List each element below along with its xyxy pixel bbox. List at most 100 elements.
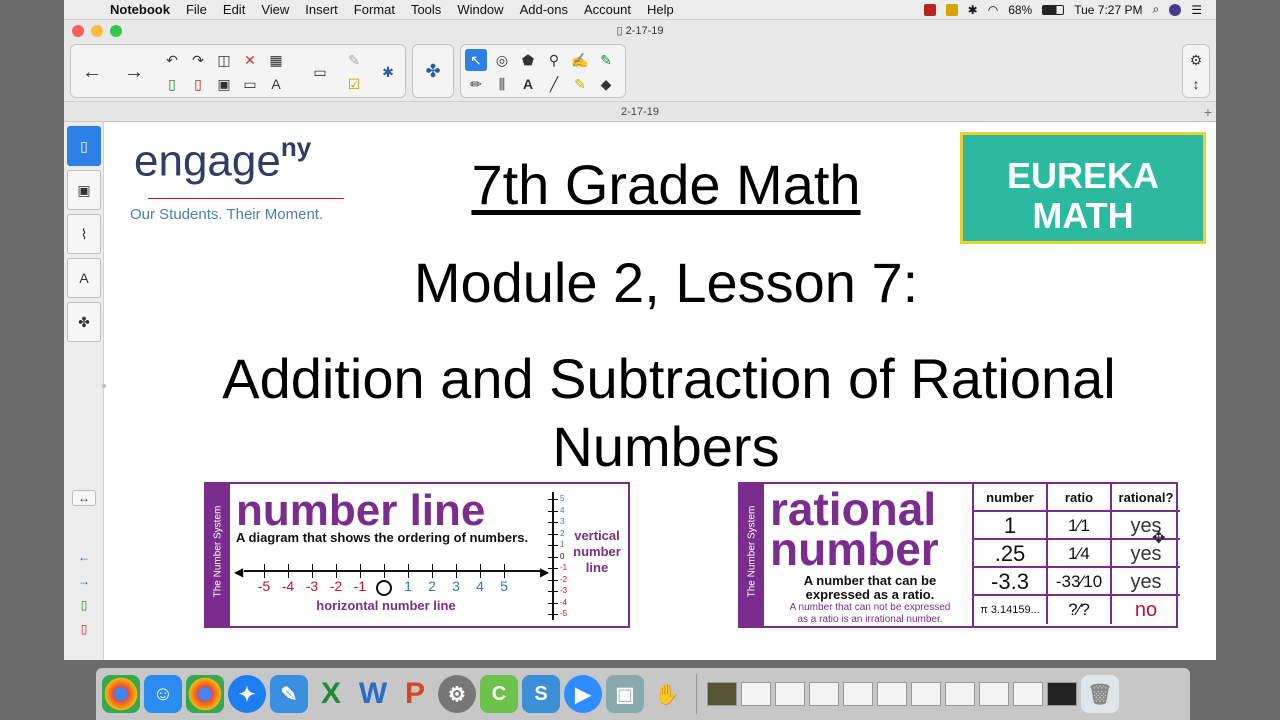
window-thumbnail-9[interactable] xyxy=(979,682,1009,706)
resize-dot[interactable] xyxy=(102,384,106,388)
screencastify-icon[interactable]: S xyxy=(522,675,560,713)
sidebar-add-page-icon[interactable]: ▯ xyxy=(72,598,96,614)
horizontal-tick-label: -5 xyxy=(257,578,271,594)
excel-icon[interactable]: X xyxy=(312,675,350,713)
system-preferences-icon[interactable]: ⚙ xyxy=(438,675,476,713)
screen-shade-icon[interactable]: ▭ xyxy=(239,73,261,95)
gallery-tab[interactable]: ▣ xyxy=(67,170,101,210)
text-recognition-icon[interactable]: A xyxy=(265,73,287,95)
page-tab[interactable]: 2-17-19 xyxy=(621,106,659,118)
menu-clock[interactable]: Tue 7:27 PM xyxy=(1074,3,1142,17)
window-thumbnail-11[interactable] xyxy=(1047,682,1077,706)
bluetooth-icon[interactable]: ✱ xyxy=(968,3,978,17)
save-icon[interactable]: ▣ xyxy=(213,73,235,95)
pens-icon[interactable]: ⫼ xyxy=(491,73,513,95)
move-toolbar-icon[interactable]: ↕ xyxy=(1185,73,1207,95)
add-page-icon[interactable]: ▯ xyxy=(161,73,183,95)
notification-center-icon[interactable]: ☰ xyxy=(1191,3,1202,17)
powerpoint-icon[interactable]: P xyxy=(396,675,434,713)
menu-window[interactable]: Window xyxy=(449,2,511,17)
table-icon[interactable]: ▦ xyxy=(265,49,287,71)
sidebar-back-icon[interactable]: ← xyxy=(72,550,96,566)
sidebar-collapse-icon[interactable]: ↔ xyxy=(72,490,96,506)
spotlight-icon[interactable]: ⌕ xyxy=(1153,2,1160,17)
window-thumbnail-5[interactable] xyxy=(843,682,873,706)
window-thumbnail-4[interactable] xyxy=(809,682,839,706)
menu-edit[interactable]: Edit xyxy=(215,2,253,17)
add-tab-icon[interactable]: + xyxy=(1204,102,1212,122)
widget-icon[interactable]: ✱ xyxy=(377,61,399,83)
table-cell: no xyxy=(1110,596,1180,624)
eraser-icon[interactable]: ◆ xyxy=(595,73,617,95)
redo-icon[interactable]: ↷ xyxy=(187,49,209,71)
safari-icon[interactable]: ✦ xyxy=(228,675,266,713)
zoom-icon[interactable]: ▶ xyxy=(564,675,602,713)
window-thumbnail-10[interactable] xyxy=(1013,682,1043,706)
whiteboard-canvas[interactable]: engageny Our Students. Their Moment. 7th… xyxy=(102,122,1216,660)
record-icon[interactable] xyxy=(923,3,936,16)
brush-icon[interactable]: ✍ xyxy=(569,49,591,71)
pen-disabled-icon[interactable]: ✎ xyxy=(343,49,365,71)
line-tool-icon[interactable]: ╱ xyxy=(543,73,565,95)
clear-page-icon[interactable]: ◫ xyxy=(213,49,235,71)
menu-addons[interactable]: Add-ons xyxy=(512,2,576,17)
pen-icon[interactable]: ✏ xyxy=(465,73,487,95)
close-window-button[interactable] xyxy=(72,25,84,37)
display-icon[interactable]: ▭ xyxy=(309,61,331,83)
properties-tab[interactable]: A xyxy=(67,258,101,298)
gear-icon[interactable]: ⚙ xyxy=(1185,49,1207,71)
creative-pen-icon[interactable]: ✎ xyxy=(569,73,591,95)
chrome-icon[interactable] xyxy=(102,675,140,713)
menu-file[interactable]: File xyxy=(178,2,215,17)
undo-icon[interactable]: ↶ xyxy=(161,49,183,71)
back-arrow-icon[interactable]: ← xyxy=(81,61,103,83)
capture-icon[interactable]: ☑ xyxy=(343,73,365,95)
vertical-tick xyxy=(548,556,558,558)
horizontal-tick xyxy=(264,564,265,578)
minimize-window-button[interactable] xyxy=(91,25,103,37)
shape-tool-icon[interactable]: ◎ xyxy=(491,49,513,71)
highlighter-icon[interactable]: ✎ xyxy=(595,49,617,71)
menu-tools[interactable]: Tools xyxy=(403,2,449,17)
delete-page-icon[interactable]: ▯ xyxy=(187,73,209,95)
menu-help[interactable]: Help xyxy=(639,2,682,17)
chrome-alt-icon[interactable] xyxy=(186,675,224,713)
text-tool-icon[interactable]: A xyxy=(517,73,539,95)
delete-icon[interactable]: ✕ xyxy=(239,49,261,71)
window-thumbnail-1[interactable] xyxy=(707,682,737,706)
sidebar-forward-icon[interactable]: → xyxy=(72,574,96,590)
window-thumbnail-7[interactable] xyxy=(911,682,941,706)
classroom-icon[interactable]: C xyxy=(480,675,518,713)
menu-account[interactable]: Account xyxy=(576,2,639,17)
finder-icon[interactable]: ☺ xyxy=(144,675,182,713)
smart-board-icon[interactable]: ✋ xyxy=(648,675,686,713)
number-line-side-label: The Number System xyxy=(212,505,224,598)
menu-insert[interactable]: Insert xyxy=(297,2,346,17)
window-thumbnail-8[interactable] xyxy=(945,682,975,706)
wifi-icon[interactable]: ◠ xyxy=(988,3,998,17)
window-thumbnail-3[interactable] xyxy=(775,682,805,706)
forward-arrow-icon[interactable]: → xyxy=(123,61,145,83)
sidebar-delete-page-icon[interactable]: ▯ xyxy=(72,622,96,638)
word-icon[interactable]: W xyxy=(354,675,392,713)
window-thumbnail-2[interactable] xyxy=(741,682,771,706)
window-thumbnail-6[interactable] xyxy=(877,682,907,706)
menu-view[interactable]: View xyxy=(253,2,297,17)
menu-format[interactable]: Format xyxy=(346,2,403,17)
zoom-window-button[interactable] xyxy=(110,25,122,37)
menu-app-name[interactable]: Notebook xyxy=(102,2,178,17)
user-icon[interactable] xyxy=(1169,3,1182,16)
fill-tool-icon[interactable]: ⬟ xyxy=(517,49,539,71)
preview-icon[interactable]: ▣ xyxy=(606,675,644,713)
select-tool-icon[interactable]: ↖ xyxy=(465,49,487,71)
battery-icon[interactable] xyxy=(1042,4,1065,15)
notes-app-icon[interactable]: ✎ xyxy=(270,675,308,713)
addons-tab[interactable]: ✤ xyxy=(67,302,101,342)
page-sorter-tab[interactable]: ▯ xyxy=(67,126,101,166)
addon-puzzle-icon[interactable]: ✤ xyxy=(422,60,444,82)
horizontal-tick-label: 5 xyxy=(500,578,508,594)
shield-icon[interactable] xyxy=(945,3,958,16)
trash-icon[interactable]: 🗑 xyxy=(1081,675,1119,713)
attachments-tab[interactable]: ⌇ xyxy=(67,214,101,254)
magic-pen-icon[interactable]: ⚲ xyxy=(543,49,565,71)
